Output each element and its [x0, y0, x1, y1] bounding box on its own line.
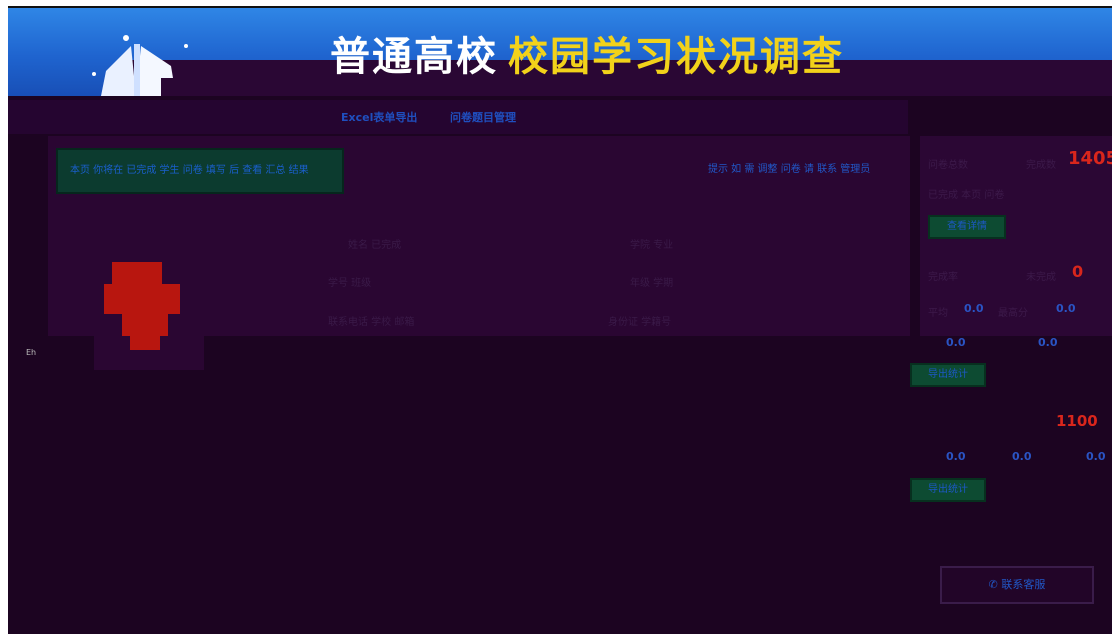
- avatar-block: [104, 284, 180, 314]
- completed-line: 已完成 本页 问卷: [928, 190, 1005, 201]
- stat-a-value: 0.0: [964, 302, 984, 315]
- rate-value: 0: [1072, 262, 1084, 281]
- avatar-block: [112, 262, 162, 284]
- banner-title-primary: 普通高校: [330, 34, 498, 80]
- header-banner: 普通高校 校园学习状况调查: [8, 8, 1112, 96]
- profile-field: 联系电话 学校 邮箱: [328, 317, 415, 328]
- avatar-block: [130, 336, 160, 350]
- edge-label: Eh: [26, 348, 37, 357]
- notice-banner: 本页 你将在 已完成 学生 问卷 填写 后 查看 汇总 结果: [56, 148, 344, 194]
- tip-link[interactable]: 提示 如 需 调整 问卷 请 联系 管理员: [708, 160, 870, 175]
- profile-field: 身份证 学籍号: [608, 317, 672, 328]
- banner-title-highlight: 校园学习状况调查: [508, 34, 844, 80]
- profile-field: 学院 专业: [630, 240, 674, 251]
- stat-g-value: 0.0: [1086, 450, 1106, 463]
- rate-sub-label: 未完成: [1026, 272, 1056, 283]
- export-stats-button-2[interactable]: 导出统计: [910, 478, 986, 502]
- stat-e-value: 0.0: [946, 450, 966, 463]
- phone-icon: ✆: [988, 578, 1002, 591]
- stat-b-value: 0.0: [1056, 302, 1076, 315]
- stat-a-label: 平均: [928, 308, 948, 319]
- book-logo-icon: [92, 35, 189, 96]
- stat-b-label: 最高分: [998, 308, 1028, 319]
- tab-excel-export[interactable]: Excel表单导出: [341, 109, 417, 125]
- profile-field: 学号 班级: [328, 278, 372, 289]
- avatar-block: [122, 314, 168, 336]
- contact-service-label: 联系客服: [1001, 578, 1046, 591]
- view-details-button[interactable]: 查看详情: [928, 215, 1006, 239]
- count-value: 1100: [1056, 412, 1098, 430]
- app-window: 普通高校 校园学习状况调查 Excel表单导出 问卷题目管理 本页 你将在 已完…: [8, 6, 1112, 634]
- rate-label: 完成率: [928, 272, 958, 283]
- stat-c-value: 0.0: [946, 336, 966, 349]
- contact-service-button[interactable]: ✆ 联系客服: [940, 566, 1094, 604]
- profile-field: 年级 学期: [630, 278, 674, 289]
- total-label: 问卷总数: [928, 160, 968, 171]
- tab-question-manage[interactable]: 问卷题目管理: [450, 109, 516, 125]
- total-value: 1405: [1068, 148, 1112, 169]
- export-stats-button[interactable]: 导出统计: [910, 363, 986, 387]
- stat-f-value: 0.0: [1012, 450, 1032, 463]
- total-sub-label: 完成数: [1026, 160, 1056, 171]
- stat-d-value: 0.0: [1038, 336, 1058, 349]
- avatar: [94, 220, 204, 370]
- profile-field: 姓名 已完成: [348, 240, 402, 251]
- top-nav: Excel表单导出 问卷题目管理: [8, 100, 908, 134]
